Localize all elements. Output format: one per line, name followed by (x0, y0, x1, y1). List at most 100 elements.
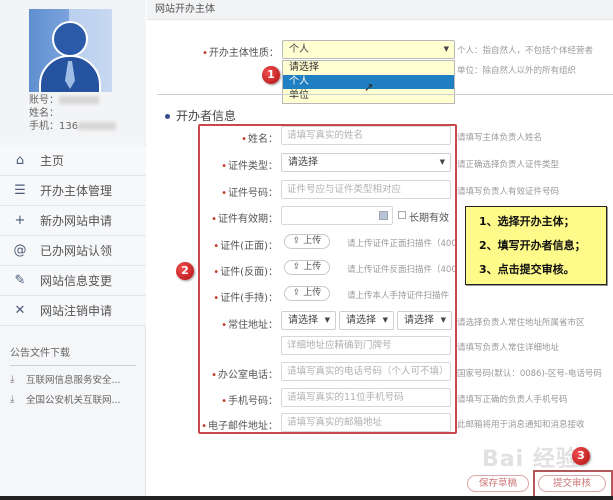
profile-card: 账号： 姓名： 手机：136 (0, 0, 146, 143)
id-type-select[interactable]: 请选择 ▼ (281, 153, 451, 172)
save-draft-button[interactable]: 保存草稿 (467, 475, 529, 492)
operator-info-title: 开办者信息 (165, 107, 236, 124)
address-detail-input[interactable]: 详细地址应精确到门牌号 (281, 336, 451, 355)
account-value-blurred (59, 96, 99, 104)
step-badge-3: 3 (572, 447, 590, 465)
bullet-icon (165, 114, 170, 119)
id-hand-label: •证件(手持)： (213, 293, 278, 304)
phone-value-blurred (78, 122, 117, 130)
sidebar-nav: ⌂ 主页 ☰ 开办主体管理 + 新办网站申请 @ 已办网站认领 ✎ 网站信息变更 ✕ 网站注… (0, 146, 146, 326)
id-back-label: •证件(反面)： (213, 267, 278, 278)
id-number-label: •证件号码： (221, 188, 278, 199)
id-front-upload-button[interactable]: ⇪ 上传 (284, 234, 330, 249)
id-hand-hint: 请上传本人手持证件扫描件（400KB以内） (347, 291, 455, 301)
office-phone-label: •办公室电话： (211, 370, 278, 381)
section-title: 网站开办主体 (147, 0, 613, 20)
id-front-label: •证件(正面)： (213, 241, 278, 252)
id-front-hint: 请上传证件正面扫描件（400KB以内） (347, 239, 455, 249)
divider (157, 94, 613, 95)
dropdown-option[interactable]: 请选择 (283, 61, 454, 75)
subject-hint-org: 单位：除自然人以外的所有组织 (457, 66, 577, 76)
sidebar-item-new-site[interactable]: + 新办网站申请 (0, 206, 146, 236)
step-badge-1: 1 (262, 66, 280, 84)
home-icon: ⌂ (15, 153, 25, 168)
office-phone-input[interactable]: 请填写真实的电话号码（个人可不填） (281, 362, 451, 381)
list-icon: ☰ (14, 183, 26, 198)
address-hint: 请选择负责人常住地址所属省市区 (457, 318, 585, 328)
chevron-down-icon: ▼ (382, 316, 388, 324)
email-hint: 此邮箱将用于消息通知和消息接收 (457, 420, 585, 430)
at-icon: @ (13, 243, 27, 258)
name-label: •姓名： (241, 134, 278, 145)
name-row: 姓名： (29, 108, 59, 119)
upload-icon: ⇪ (292, 236, 304, 246)
upload-icon: ⇪ (292, 288, 304, 298)
chevron-down-icon: ▼ (440, 316, 446, 324)
email-input[interactable]: 请填写真实的邮箱地址 (281, 413, 451, 432)
download-link[interactable]: ⤓ 全国公安机关互联网... (10, 392, 136, 407)
long-term-label: 长期有效 (409, 213, 449, 224)
id-type-hint: 请正确选择负责人证件类型 (457, 160, 560, 170)
address-label: •常住地址： (221, 320, 278, 331)
long-term-checkbox[interactable] (398, 211, 406, 219)
downloads-title: 公告文件下载 (10, 344, 136, 366)
id-hand-upload-button[interactable]: ⇪ 上传 (284, 286, 330, 301)
plus-icon: + (14, 213, 26, 228)
submit-review-button[interactable]: 提交审核 (538, 475, 606, 492)
id-valid-date-input[interactable] (281, 206, 393, 225)
id-back-upload-button[interactable]: ⇪ 上传 (284, 260, 330, 275)
sidebar-item-label: 网站信息变更 (40, 274, 113, 288)
id-back-hint: 请上传证件反面扫描件（400KB以内） (347, 265, 455, 275)
sidebar-item-label: 网站注销申请 (40, 304, 113, 318)
id-valid-label: •证件有效期： (211, 214, 278, 225)
mobile-input[interactable]: 请填写真实的11位手机号码 (281, 388, 451, 407)
sidebar-item-subject-management[interactable]: ☰ 开办主体管理 (0, 176, 146, 206)
download-icon: ⤓ (10, 373, 15, 385)
province-select[interactable]: 请选择 ▼ (281, 311, 336, 330)
id-number-input[interactable]: 证件号应与证件类型相对应 (281, 180, 451, 199)
city-select[interactable]: 请选择 ▼ (339, 311, 394, 330)
sidebar-item-label: 已办网站认领 (40, 244, 113, 258)
sidebar-item-cancel-site[interactable]: ✕ 网站注销申请 (0, 296, 146, 326)
district-select[interactable]: 请选择 ▼ (397, 311, 452, 330)
sidebar-item-change-info[interactable]: ✎ 网站信息变更 (0, 266, 146, 296)
phone-row: 手机：136 (29, 120, 117, 133)
avatar (29, 9, 112, 92)
subject-type-select[interactable]: 个人 ▼ (282, 40, 455, 59)
account-row: 账号： (29, 94, 116, 107)
chevron-down-icon: ▼ (443, 45, 449, 53)
id-number-hint: 请填写负责人有效证件号码 (457, 187, 560, 197)
chevron-down-icon: ▼ (324, 316, 330, 324)
sidebar-item-claim-site[interactable]: @ 已办网站认领 (0, 236, 146, 266)
office-phone-hint: 国家号码(默认：0086)-区号-电话号码 (457, 369, 602, 379)
mouse-cursor-icon: ➚ (364, 80, 375, 94)
address-detail-hint: 请填写负责人常住详细地址 (457, 343, 560, 353)
instruction-callout: 1、选择开办主体； 2、填写开办者信息； 3、点击提交审核。 (465, 206, 607, 285)
bottom-border (0, 496, 613, 500)
upload-icon: ⇪ (292, 262, 304, 272)
name-input[interactable]: 请填写真实的姓名 (281, 126, 451, 145)
subject-type-label: •开办主体性质： (202, 48, 279, 59)
sidebar-item-label: 新办网站申请 (40, 214, 113, 228)
sidebar: 账号： 姓名： 手机：136 ⌂ 主页 ☰ 开办主体管理 + 新办网站申请 @ 已办网站… (0, 0, 146, 500)
download-link[interactable]: ⤓ 互联网信息服务安全... (10, 372, 136, 387)
chevron-down-icon: ▼ (439, 158, 445, 166)
id-type-label: •证件类型： (221, 161, 278, 172)
edit-icon: ✎ (14, 273, 26, 288)
downloads-section: 公告文件下载 ⤓ 互联网信息服务安全... ⤓ 全国公安机关互联网... (10, 344, 136, 406)
profile-info: 账号： 姓名： 手机：136 (29, 94, 117, 133)
sidebar-item-home[interactable]: ⌂ 主页 (0, 146, 146, 176)
mobile-label: •手机号码： (221, 396, 278, 407)
mobile-hint: 请填写正确的负责人手机号码 (457, 395, 568, 405)
watermark: Bai 经验 (482, 447, 579, 472)
download-icon: ⤓ (10, 393, 15, 405)
name-hint: 请填写主体负责人姓名 (457, 133, 543, 143)
sidebar-item-label: 开办主体管理 (40, 184, 113, 198)
subject-hint-person: 个人：指自然人，不包括个体经营者 (457, 46, 594, 56)
email-label: •电子邮件地址： (201, 421, 278, 432)
main-content: 网站开办主体 •开办主体性质： 个人 ▼ 请选择 个人 单位 ➚ 1 个人：指自然… (147, 0, 613, 500)
calendar-icon[interactable] (379, 211, 388, 220)
close-icon: ✕ (14, 303, 26, 318)
sidebar-item-label: 主页 (40, 154, 65, 168)
step-badge-2: 2 (176, 262, 194, 280)
